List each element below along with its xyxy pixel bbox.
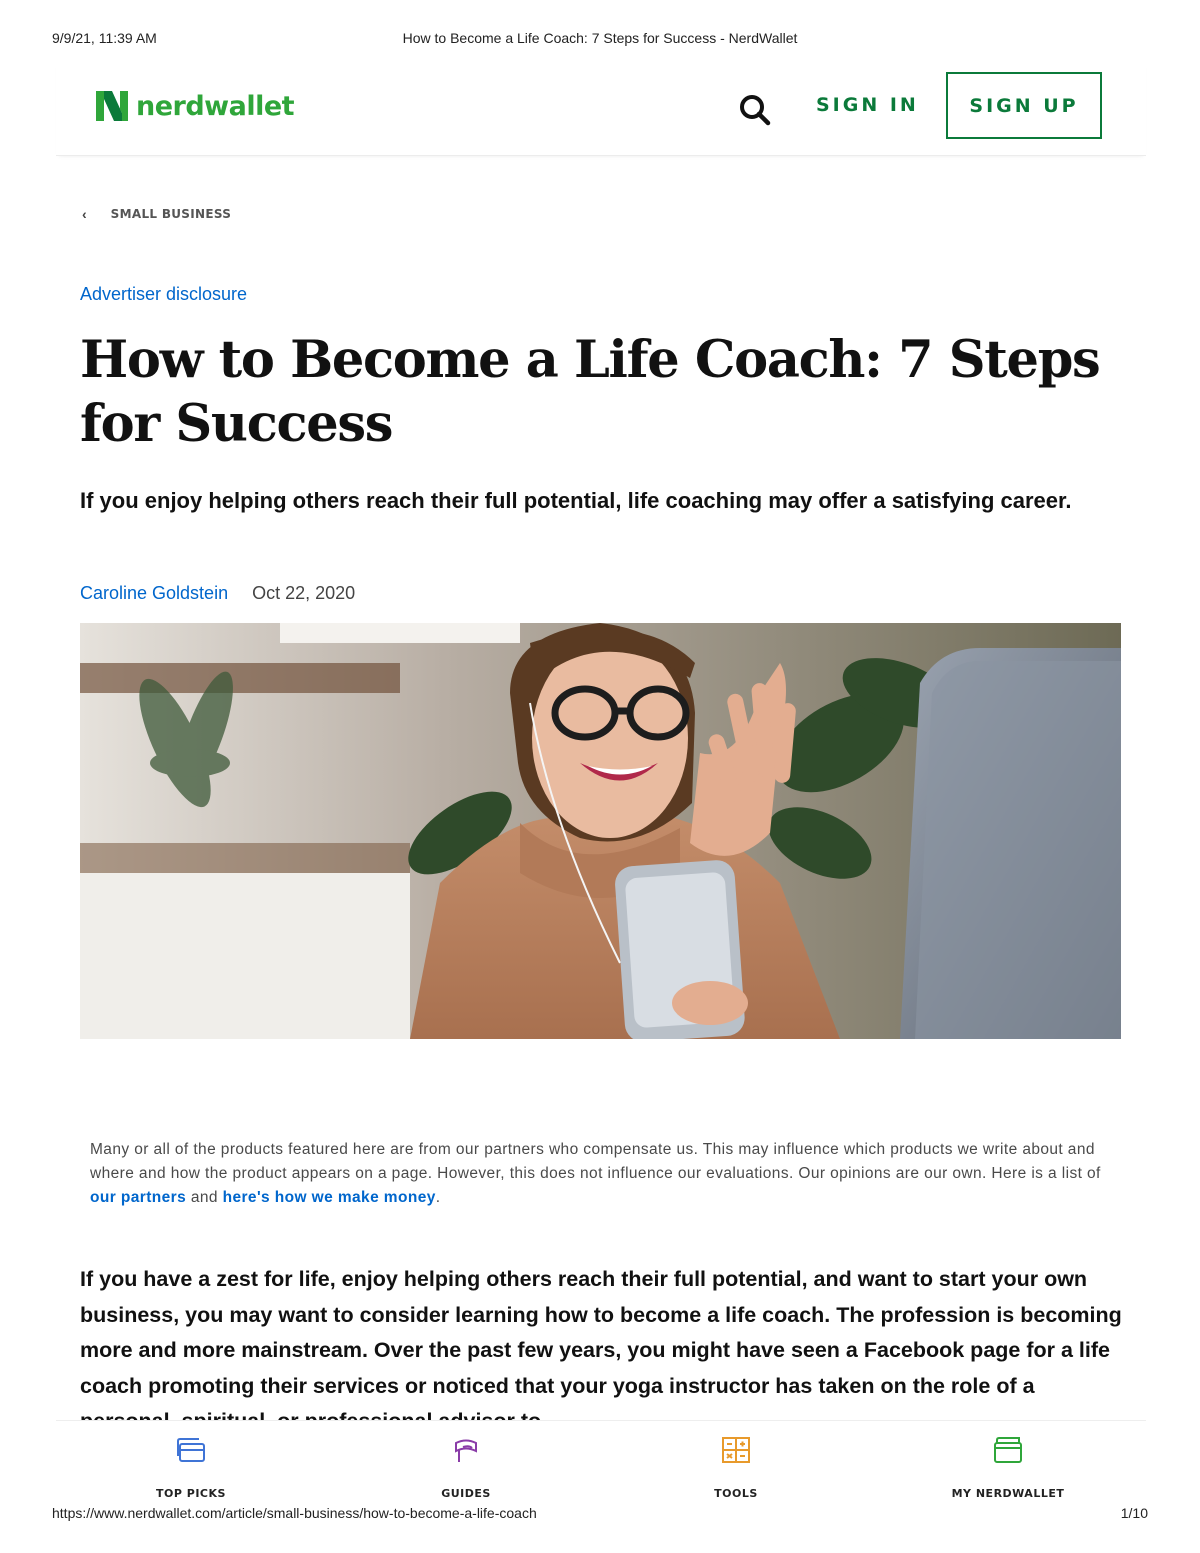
print-page-title: How to Become a Life Coach: 7 Steps for … <box>402 30 798 46</box>
site-header: nerdwallet SIGN IN SIGN UP <box>56 60 1146 156</box>
bottom-nav: TOP PICKS GUIDES TOOLS MY NERDWALLET <box>56 1420 1146 1500</box>
nerdwallet-logo[interactable]: nerdwallet <box>96 88 295 124</box>
breadcrumb[interactable]: ‹ SMALL BUSINESS <box>82 206 231 222</box>
disclaimer-and: and <box>190 1189 218 1206</box>
logo-text: nerdwallet <box>136 90 295 122</box>
author-link[interactable]: Caroline Goldstein <box>80 583 228 604</box>
sign-up-button[interactable]: SIGN UP <box>946 72 1102 139</box>
print-url: https://www.nerdwallet.com/article/small… <box>52 1505 537 1521</box>
chevron-left-icon: ‹ <box>82 206 87 222</box>
how-we-make-money-link[interactable]: here's how we make money <box>223 1189 436 1206</box>
nav-label: TOP PICKS <box>156 1487 226 1500</box>
article-title: How to Become a Life Coach: 7 Steps for … <box>80 330 1101 454</box>
nav-tools[interactable]: TOOLS <box>646 1435 826 1500</box>
print-header: 9/9/21, 11:39 AM How to Become a Life Co… <box>0 30 1200 50</box>
cards-icon <box>177 1438 205 1462</box>
article-body-paragraph: If you have a zest for life, enjoy helpi… <box>80 1267 1122 1420</box>
sign-in-link[interactable]: SIGN IN <box>816 94 919 116</box>
nav-label: GUIDES <box>441 1487 491 1500</box>
nav-my-nerdwallet[interactable]: MY NERDWALLET <box>918 1435 1098 1500</box>
wallet-icon <box>994 1437 1022 1463</box>
affiliate-disclaimer: Many or all of the products featured her… <box>90 1138 1120 1210</box>
search-icon <box>740 95 771 126</box>
nav-label: MY NERDWALLET <box>951 1487 1065 1500</box>
advertiser-disclosure-link[interactable]: Advertiser disclosure <box>80 284 247 305</box>
hero-image <box>80 623 1121 1039</box>
nav-label: TOOLS <box>714 1487 758 1500</box>
article-dek: If you enjoy helping others reach their … <box>80 488 1072 513</box>
breadcrumb-category: SMALL BUSINESS <box>110 207 232 221</box>
disclaimer-period: . <box>435 1189 441 1206</box>
print-footer: https://www.nerdwallet.com/article/small… <box>0 1505 1200 1525</box>
graduation-cap-icon <box>455 1439 477 1462</box>
nav-guides[interactable]: GUIDES <box>376 1435 556 1500</box>
print-page-number: 1/10 <box>1120 1505 1148 1521</box>
disclaimer-text: Many or all of the products featured her… <box>90 1141 1101 1182</box>
byline: Caroline Goldstein Oct 22, 2020 <box>80 583 355 604</box>
nav-top-picks[interactable]: TOP PICKS <box>101 1435 281 1500</box>
publish-date: Oct 22, 2020 <box>252 583 356 603</box>
logo-mark-icon <box>96 91 128 121</box>
search-button[interactable] <box>736 90 776 130</box>
calculator-icon <box>722 1437 750 1463</box>
our-partners-link[interactable]: our partners <box>90 1189 186 1206</box>
